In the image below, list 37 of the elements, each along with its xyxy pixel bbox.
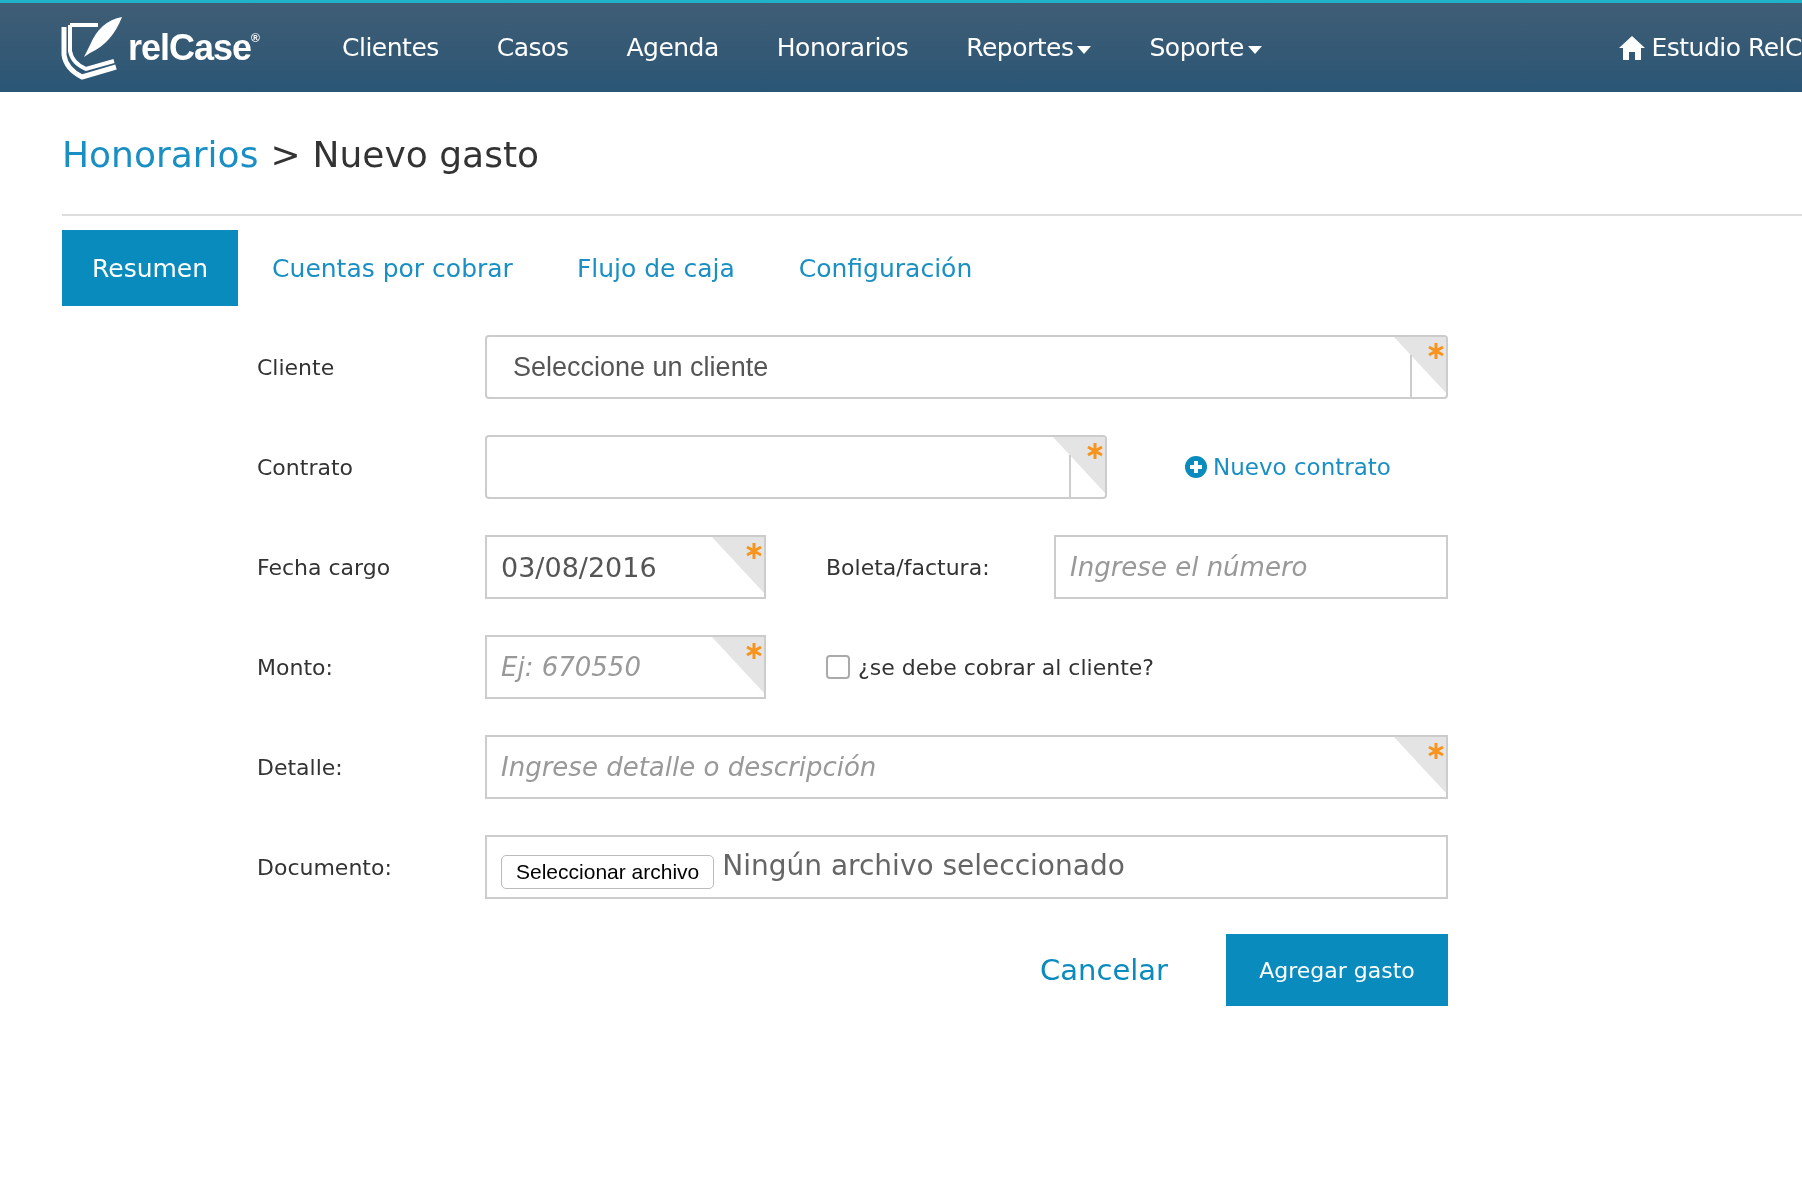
checkbox[interactable] bbox=[826, 655, 850, 679]
cancel-link[interactable]: Cancelar bbox=[1040, 953, 1168, 987]
input-field[interactable]: 03/08/2016 bbox=[485, 535, 766, 599]
logo-wordmark[interactable]: relCase$^{®}$ bbox=[128, 26, 259, 69]
nav-link[interactable]: Soporte bbox=[1149, 33, 1262, 62]
nav-link[interactable]: Agenda bbox=[626, 33, 719, 62]
tab[interactable]: Resumen bbox=[62, 230, 239, 306]
field-label: Fecha cargo bbox=[257, 554, 392, 580]
file-status: Ningún archivo seleccionado bbox=[722, 848, 1125, 882]
home-icon bbox=[1619, 35, 1646, 60]
tab[interactable]: Configuración bbox=[768, 230, 1003, 306]
plus-circle-icon bbox=[1185, 456, 1207, 478]
page-title: Nuevo gasto bbox=[312, 134, 540, 175]
file-input-field[interactable]: Seleccionar archivo Ningún archivo seleccionado bbox=[485, 835, 1448, 899]
field-label: Cliente bbox=[257, 354, 336, 380]
field-label: Documento: bbox=[257, 854, 393, 880]
breadcrumb-separator: > bbox=[270, 134, 301, 175]
tab[interactable]: Cuentas por cobrar bbox=[242, 230, 543, 306]
add-expense-button[interactable]: Agregar gasto bbox=[1226, 934, 1448, 1006]
new-contract-link[interactable]: Nuevo contrato bbox=[1185, 454, 1391, 480]
breadcrumb-link[interactable]: Honorarios bbox=[62, 134, 259, 175]
nav-link[interactable]: Honorarios bbox=[776, 33, 909, 62]
nav-link[interactable]: Reportes bbox=[966, 33, 1092, 62]
select-field[interactable] bbox=[485, 435, 1107, 499]
field-label: Monto: bbox=[257, 654, 334, 680]
field-label: Detalle: bbox=[257, 754, 344, 780]
field-label: Boleta/factura: bbox=[826, 554, 991, 580]
tab[interactable]: Flujo de caja bbox=[546, 230, 765, 306]
choose-file-button[interactable]: Seleccionar archivo bbox=[501, 855, 715, 889]
nav-link[interactable]: Casos bbox=[496, 33, 569, 62]
field-label: Contrato bbox=[257, 454, 354, 480]
checkbox-label: ¿se debe cobrar al cliente? bbox=[858, 654, 1154, 680]
nav-link[interactable]: Clientes bbox=[342, 33, 439, 62]
select-field[interactable]: Seleccione un cliente bbox=[485, 335, 1448, 399]
caret-icon bbox=[1077, 45, 1092, 54]
caret-icon bbox=[1247, 45, 1262, 54]
account-link[interactable]: Estudio RelC bbox=[1619, 33, 1802, 62]
